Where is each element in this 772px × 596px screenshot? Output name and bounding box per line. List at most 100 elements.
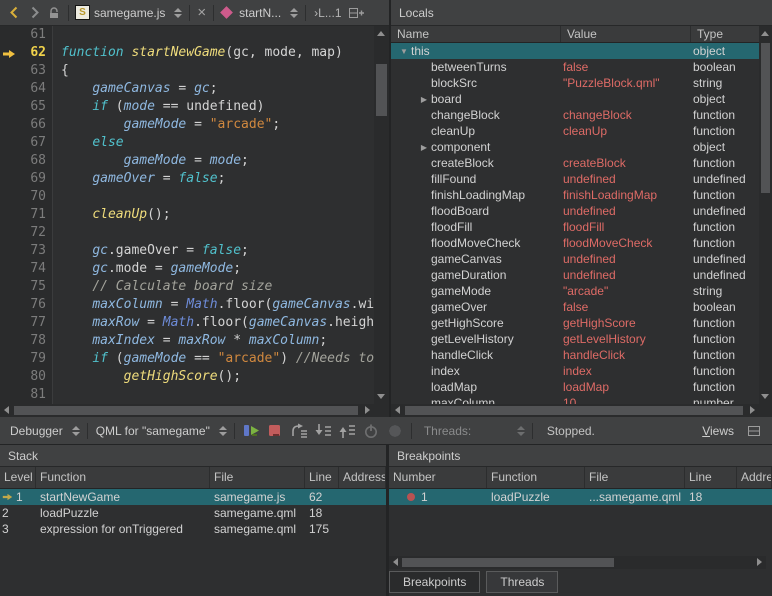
line-number[interactable]: 71 — [18, 206, 52, 224]
stack-header-file[interactable]: File — [210, 467, 305, 488]
locals-row[interactable]: floodBoardundefinedundefined — [391, 203, 759, 219]
line-number[interactable]: 79 — [18, 350, 52, 368]
code-line[interactable]: 81 — [0, 386, 374, 404]
locals-row[interactable]: getLevelHistorygetLevelHistoryfunction — [391, 331, 759, 347]
code-line[interactable]: 63{ — [0, 62, 374, 80]
bp-header-file[interactable]: File — [585, 467, 685, 488]
bottom-tab-threads[interactable]: Threads — [486, 571, 558, 593]
restart-button[interactable] — [359, 420, 383, 442]
locals-row[interactable]: floodFillfloodFillfunction — [391, 219, 759, 235]
line-number[interactable]: 63 — [18, 62, 52, 80]
locals-row[interactable]: betweenTurnsfalseboolean — [391, 59, 759, 75]
locals-row[interactable]: gameMode"arcade"string — [391, 283, 759, 299]
locals-row[interactable]: blockSrc"PuzzleBlock.qml"string — [391, 75, 759, 91]
breakpoint-margin[interactable] — [0, 278, 18, 296]
step-out-button[interactable] — [335, 420, 359, 442]
breakpoint-margin[interactable] — [0, 260, 18, 278]
locals-header-type[interactable]: Type — [691, 26, 759, 42]
code-line[interactable]: 75 // Calculate board size — [0, 278, 374, 296]
line-number[interactable]: 61 — [18, 26, 52, 44]
locals-row[interactable]: getHighScoregetHighScorefunction — [391, 315, 759, 331]
locals-row[interactable]: gameDurationundefinedundefined — [391, 267, 759, 283]
code-line[interactable]: 72 — [0, 224, 374, 242]
line-number[interactable]: 72 — [18, 224, 52, 242]
code-line[interactable]: 70 — [0, 188, 374, 206]
stack-header-address[interactable]: Address — [339, 467, 386, 488]
breakpoint-margin[interactable] — [0, 80, 18, 98]
code-line[interactable]: 71 cleanUp(); — [0, 206, 374, 224]
breakpoint-margin[interactable] — [0, 170, 18, 188]
breakpoint-margin[interactable] — [0, 188, 18, 206]
tree-expander-icon[interactable]: ▼ — [397, 47, 411, 56]
code-line[interactable]: 66 gameMode = "arcade"; — [0, 116, 374, 134]
breakpoint-margin[interactable] — [0, 44, 18, 62]
code-line[interactable]: 73 gc.gameOver = false; — [0, 242, 374, 260]
stop-button[interactable] — [263, 420, 287, 442]
line-number[interactable]: 73 — [18, 242, 52, 260]
tree-expander-icon[interactable]: ▶ — [417, 143, 431, 152]
locals-row[interactable]: loadMaploadMapfunction — [391, 379, 759, 395]
code-editor[interactable]: 6162function startNewGame(gc, mode, map)… — [0, 26, 374, 404]
stack-row[interactable]: 3expression for onTriggeredsamegame.qml1… — [0, 521, 386, 537]
locals-row[interactable]: fillFoundundefinedundefined — [391, 171, 759, 187]
locals-row[interactable]: ▶boardobject — [391, 91, 759, 107]
bp-header-number[interactable]: Number — [389, 467, 487, 488]
line-number[interactable]: 77 — [18, 314, 52, 332]
editor-vertical-scrollbar[interactable] — [374, 26, 389, 404]
line-number[interactable]: 65 — [18, 98, 52, 116]
code-line[interactable]: 80 getHighScore(); — [0, 368, 374, 386]
bp-header-line[interactable]: Line — [685, 467, 737, 488]
breakpoint-margin[interactable] — [0, 332, 18, 350]
line-number[interactable]: 67 — [18, 134, 52, 152]
debugger-perspective-select[interactable]: Debugger — [10, 424, 63, 438]
locals-row[interactable]: finishLoadingMapfinishLoadingMapfunction — [391, 187, 759, 203]
code-line[interactable]: 64 gameCanvas = gc; — [0, 80, 374, 98]
views-menu[interactable]: Views — [694, 424, 742, 438]
breakpoint-margin[interactable] — [0, 134, 18, 152]
code-line[interactable]: 74 gc.mode = gameMode; — [0, 260, 374, 278]
toggle-panel-button[interactable] — [742, 420, 766, 442]
breakpoint-margin[interactable] — [0, 98, 18, 116]
symbol-selector[interactable]: startN... — [239, 6, 281, 20]
locals-row[interactable]: changeBlockchangeBlockfunction — [391, 107, 759, 123]
stack-row[interactable]: 1startNewGamesamegame.js62 — [0, 489, 386, 505]
breakpoint-margin[interactable] — [0, 62, 18, 80]
file-dropdown-arrows[interactable] — [174, 8, 182, 18]
locals-row[interactable]: gameCanvasundefinedundefined — [391, 251, 759, 267]
tree-expander-icon[interactable]: ▶ — [417, 95, 431, 104]
code-line[interactable]: 62function startNewGame(gc, mode, map) — [0, 44, 374, 62]
line-number[interactable]: 76 — [18, 296, 52, 314]
locals-row[interactable]: handleClickhandleClickfunction — [391, 347, 759, 363]
step-into-button[interactable] — [311, 420, 335, 442]
breakpoints-horizontal-scrollbar[interactable] — [389, 556, 766, 569]
code-line[interactable]: 78 maxIndex = maxRow * maxColumn; — [0, 332, 374, 350]
continue-button[interactable] — [239, 420, 263, 442]
breakpoint-margin[interactable] — [0, 26, 18, 44]
locals-vertical-scrollbar[interactable] — [759, 26, 772, 404]
step-over-button[interactable] — [287, 420, 311, 442]
line-number[interactable]: 68 — [18, 152, 52, 170]
locals-row[interactable]: maxColumn10number — [391, 395, 759, 404]
line-number[interactable]: 75 — [18, 278, 52, 296]
breakpoint-margin[interactable] — [0, 296, 18, 314]
forward-button[interactable] — [24, 2, 44, 24]
threads-combo[interactable]: Threads: — [416, 424, 528, 438]
locals-row[interactable]: createBlockcreateBlockfunction — [391, 155, 759, 171]
locals-row[interactable]: ▼thisobject — [391, 43, 759, 59]
line-number[interactable]: 81 — [18, 386, 52, 404]
line-number[interactable]: 80 — [18, 368, 52, 386]
code-line[interactable]: 79 if (gameMode == "arcade") //Needs to — [0, 350, 374, 368]
code-line[interactable]: 65 if (mode == undefined) — [0, 98, 374, 116]
breakpoint-margin[interactable] — [0, 242, 18, 260]
locals-row[interactable]: indexindexfunction — [391, 363, 759, 379]
code-line[interactable]: 76 maxColumn = Math.floor(gameCanvas.wid — [0, 296, 374, 314]
line-number[interactable]: 69 — [18, 170, 52, 188]
line-number[interactable]: 62 — [18, 44, 52, 62]
line-number[interactable]: 66 — [18, 116, 52, 134]
breakpoint-margin[interactable] — [0, 224, 18, 242]
symbol-dropdown-arrows[interactable] — [290, 8, 298, 18]
kit-select-arrows[interactable] — [219, 426, 227, 436]
kit-select[interactable]: QML for "samegame" — [96, 424, 210, 438]
bp-header-address[interactable]: Address — [737, 467, 772, 488]
breakpoint-margin[interactable] — [0, 368, 18, 386]
